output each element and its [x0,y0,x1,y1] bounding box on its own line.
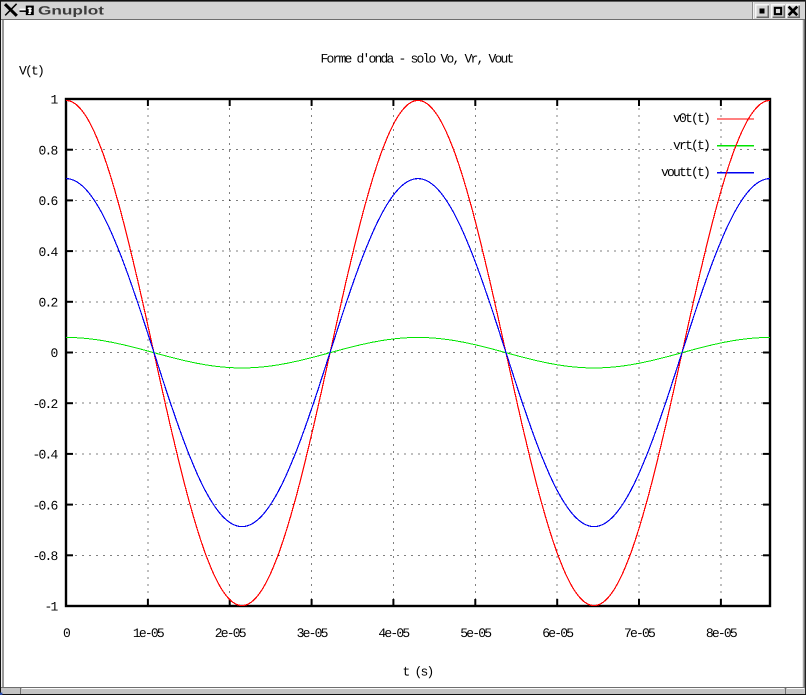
svg-text:V(t): V(t) [19,64,43,79]
svg-text:4e-05: 4e-05 [378,626,409,641]
svg-text:Forme d'onda - solo Vo, Vr, Vo: Forme d'onda - solo Vo, Vr, Vout [320,52,513,67]
svg-text:t (s): t (s) [402,665,432,680]
svg-text:vrt(t): vrt(t) [673,138,709,153]
svg-text:-0.6: -0.6 [32,498,57,513]
svg-text:7e-05: 7e-05 [624,626,655,641]
svg-text:0.6: 0.6 [38,194,57,209]
svg-text:voutt(t): voutt(t) [661,165,709,180]
svg-text:6e-05: 6e-05 [542,626,573,641]
svg-text:1e-05: 1e-05 [133,626,164,641]
svg-text:0: 0 [50,346,57,361]
svg-text:3e-05: 3e-05 [297,626,328,641]
svg-text:-1: -1 [44,600,58,615]
svg-text:0.8: 0.8 [38,143,57,158]
svg-text:v0t(t): v0t(t) [673,111,709,126]
svg-text:-0.4: -0.4 [32,448,58,463]
svg-text:Gnuplot: Gnuplot [38,4,104,18]
svg-text:-0.2: -0.2 [32,397,57,412]
svg-text:0.4: 0.4 [38,245,58,260]
svg-text:0: 0 [63,626,70,641]
svg-text:-0.8: -0.8 [32,549,57,564]
svg-text:8e-05: 8e-05 [706,626,737,641]
svg-text:2e-05: 2e-05 [215,626,246,641]
svg-text:5e-05: 5e-05 [460,626,491,641]
svg-text:0.2: 0.2 [38,296,57,311]
